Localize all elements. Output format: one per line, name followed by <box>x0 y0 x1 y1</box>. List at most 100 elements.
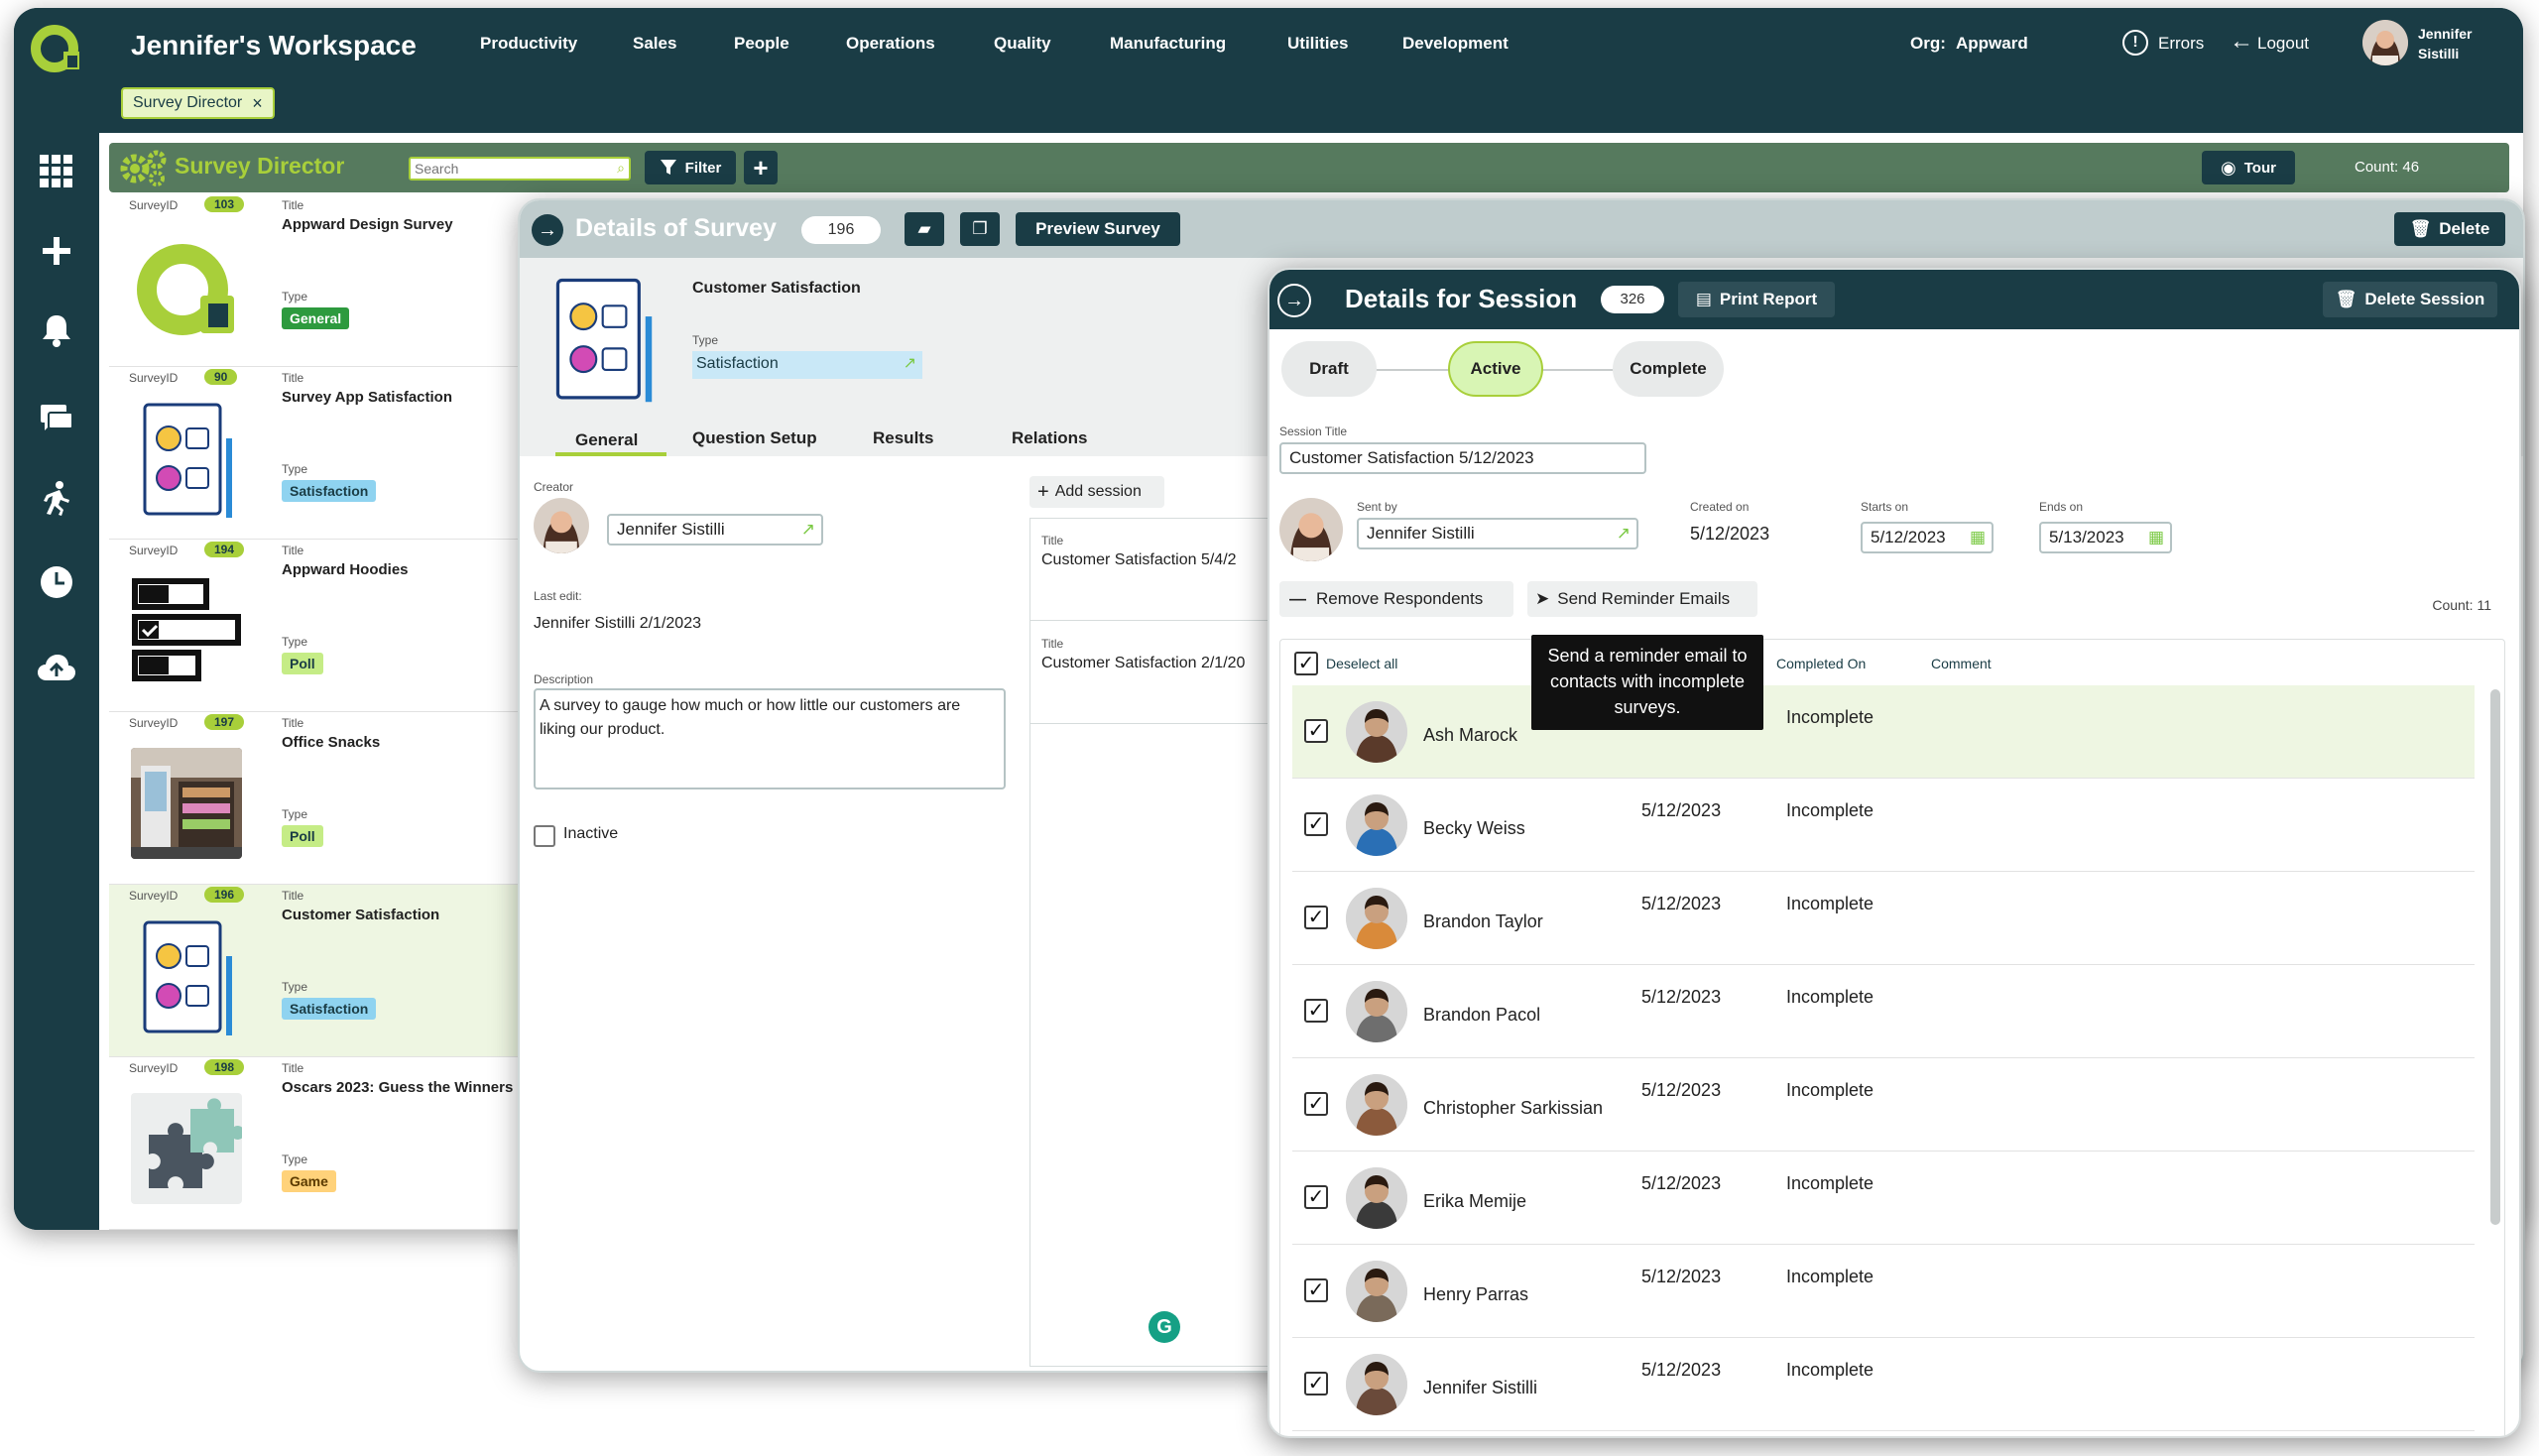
grammarly-icon[interactable]: G <box>1149 1311 1180 1343</box>
respondent-checkbox[interactable]: ✓ <box>1304 999 1328 1023</box>
calendar-icon[interactable]: ▦ <box>1970 528 1986 547</box>
type-field[interactable]: Satisfaction ↗ <box>692 351 922 379</box>
nav-quality[interactable]: Quality <box>994 34 1051 54</box>
respondent-checkbox[interactable]: ✓ <box>1304 1185 1328 1209</box>
deselect-all-label[interactable]: Deselect all <box>1326 656 1397 671</box>
respondent-checkbox[interactable]: ✓ <box>1304 1372 1328 1395</box>
respondent-row[interactable]: ✓ Becky Weiss 5/12/2023 Incomplete <box>1292 779 2475 872</box>
session-title-input[interactable]: Customer Satisfaction 5/12/2023 <box>1279 442 1646 474</box>
sent-by-field[interactable]: Jennifer Sistilli ↗ <box>1357 518 1638 549</box>
survey-card[interactable]: SurveyID 197 Title Office Snacks Type Po… <box>109 712 526 885</box>
error-icon[interactable]: ! <box>2122 30 2148 56</box>
survey-card[interactable]: SurveyID 194 Title Appward Hoodies Type … <box>109 540 526 712</box>
respondent-row[interactable]: ✓ Erika Memije 5/12/2023 Incomplete <box>1292 1152 2475 1245</box>
deselect-all-checkbox[interactable]: ✓ <box>1294 652 1318 675</box>
search-box[interactable]: ⌕ <box>409 157 631 181</box>
session-item[interactable]: Title Customer Satisfaction 2/1/20 <box>1029 621 1287 724</box>
inactive-checkbox[interactable] <box>534 825 555 847</box>
respondent-count: Count: 11 <box>2432 597 2491 613</box>
tour-button[interactable]: ◉ Tour <box>2202 151 2295 184</box>
chat-icon[interactable] <box>32 395 81 444</box>
type-badge: Poll <box>282 653 323 674</box>
cloud-upload-icon[interactable] <box>32 643 81 692</box>
respondent-row[interactable]: ✓ Brandon Pacol 5/12/2023 Incomplete <box>1292 965 2475 1058</box>
delete-session-button[interactable]: 🗑 Delete Session <box>2323 282 2497 317</box>
apps-grid-icon[interactable] <box>32 147 81 196</box>
survey-card[interactable]: SurveyID 103 Title Appward Design Survey… <box>109 194 526 367</box>
respondent-row[interactable]: ✓ Brandon Taylor 5/12/2023 Incomplete <box>1292 872 2475 965</box>
step-draft[interactable]: Draft <box>1281 341 1377 397</box>
nav-utilities[interactable]: Utilities <box>1287 34 1348 54</box>
filter-button[interactable]: Filter <box>645 151 736 184</box>
survey-title: Appward Design Survey <box>282 216 453 233</box>
respondent-checkbox[interactable]: ✓ <box>1304 1278 1328 1302</box>
step-complete[interactable]: Complete <box>1613 341 1724 397</box>
arrow-left-icon[interactable]: ← <box>2230 28 2253 56</box>
nav-manufacturing[interactable]: Manufacturing <box>1110 34 1226 54</box>
errors-link[interactable]: Errors <box>2158 34 2204 54</box>
clock-icon[interactable] <box>32 557 81 607</box>
tab-question-setup[interactable]: Question Setup <box>692 428 817 448</box>
collapse-arrow-icon[interactable]: → <box>1277 284 1311 317</box>
running-person-icon[interactable] <box>32 474 81 524</box>
edit-icon[interactable]: ↗ <box>801 520 815 540</box>
comment-header: Comment <box>1931 656 1992 671</box>
step-active[interactable]: Active <box>1448 341 1543 397</box>
respondent-row[interactable]: ✓ Jennifer Sistilli 5/12/2023 Incomplete <box>1292 1338 2475 1431</box>
survey-card[interactable]: SurveyID 90 Title Survey App Satisfactio… <box>109 367 526 540</box>
nav-productivity[interactable]: Productivity <box>480 34 577 54</box>
remove-respondents-button[interactable]: — Remove Respondents <box>1279 581 1513 617</box>
nav-sales[interactable]: Sales <box>633 34 676 54</box>
delete-survey-button[interactable]: 🗑 Delete <box>2394 212 2505 246</box>
session-item[interactable]: Title Customer Satisfaction 5/4/2 <box>1029 518 1287 621</box>
survey-card[interactable]: SurveyID 198 Title Oscars 2023: Guess th… <box>109 1057 526 1230</box>
nav-people[interactable]: People <box>734 34 789 54</box>
respondent-checkbox[interactable]: ✓ <box>1304 719 1328 743</box>
close-tab-icon[interactable]: × <box>252 93 263 114</box>
search-icon[interactable]: ⌕ <box>617 160 625 177</box>
add-session-button[interactable]: + Add session <box>1029 476 1164 508</box>
respondent-checkbox[interactable]: ✓ <box>1304 812 1328 836</box>
preview-survey-button[interactable]: Preview Survey <box>1016 212 1180 246</box>
tab-relations[interactable]: Relations <box>1012 428 1088 448</box>
nav-operations[interactable]: Operations <box>846 34 935 54</box>
print-report-button[interactable]: ▤ Print Report <box>1678 282 1835 317</box>
tab-results[interactable]: Results <box>873 428 933 448</box>
description-textarea[interactable]: A survey to gauge how much or how little… <box>534 688 1006 789</box>
bell-icon[interactable] <box>32 305 81 355</box>
edit-icon[interactable]: ↗ <box>1617 524 1631 544</box>
add-icon[interactable] <box>32 226 81 276</box>
survey-list[interactable]: SurveyID 103 Title Appward Design Survey… <box>109 194 526 1230</box>
respondent-row[interactable]: ✓ Henry Parras 5/12/2023 Incomplete <box>1292 1245 2475 1338</box>
respondent-checkbox[interactable]: ✓ <box>1304 906 1328 929</box>
edit-icon[interactable]: ↗ <box>904 353 916 373</box>
search-input[interactable] <box>411 159 599 179</box>
user-avatar[interactable] <box>2362 20 2408 65</box>
director-title: Survey Director <box>175 153 345 179</box>
appward-logo-icon[interactable] <box>30 22 83 75</box>
folder-button[interactable]: ▰ <box>905 212 944 246</box>
tab-general[interactable]: General <box>575 430 638 450</box>
respondent-checkbox[interactable]: ✓ <box>1304 1092 1328 1116</box>
starts-date-field[interactable]: 5/12/2023 ▦ <box>1861 522 1994 553</box>
copy-button[interactable]: ❐ <box>960 212 1000 246</box>
type-label: Type <box>282 980 308 994</box>
nav-development[interactable]: Development <box>1402 34 1509 54</box>
respondent-avatar <box>1346 981 1407 1042</box>
open-tab-survey-director[interactable]: Survey Director × <box>121 87 275 119</box>
sent-by-name: Jennifer Sistilli <box>1367 524 1475 543</box>
creator-field[interactable]: Jennifer Sistilli ↗ <box>607 514 823 546</box>
title-label: Title <box>282 1061 304 1075</box>
logout-link[interactable]: Logout <box>2257 34 2309 54</box>
org-value[interactable]: Appward <box>1956 34 2028 54</box>
respondent-status: Incomplete <box>1786 1267 1874 1286</box>
respondent-row[interactable]: ✓ Ash Marock Incomplete <box>1292 685 2475 779</box>
respondent-row[interactable]: ✓ Christopher Sarkissian 5/12/2023 Incomple… <box>1292 1058 2475 1152</box>
session-title: Customer Satisfaction 2/1/20 <box>1041 655 1246 671</box>
calendar-icon[interactable]: ▦ <box>2148 528 2164 547</box>
collapse-arrow-icon[interactable]: → <box>532 214 563 246</box>
ends-date-field[interactable]: 5/13/2023 ▦ <box>2039 522 2172 553</box>
survey-card-selected[interactable]: SurveyID 196 Title Customer Satisfaction… <box>109 885 526 1057</box>
add-survey-button[interactable]: + <box>744 151 778 184</box>
send-reminder-button[interactable]: ➤ Send Reminder Emails <box>1527 581 1757 617</box>
